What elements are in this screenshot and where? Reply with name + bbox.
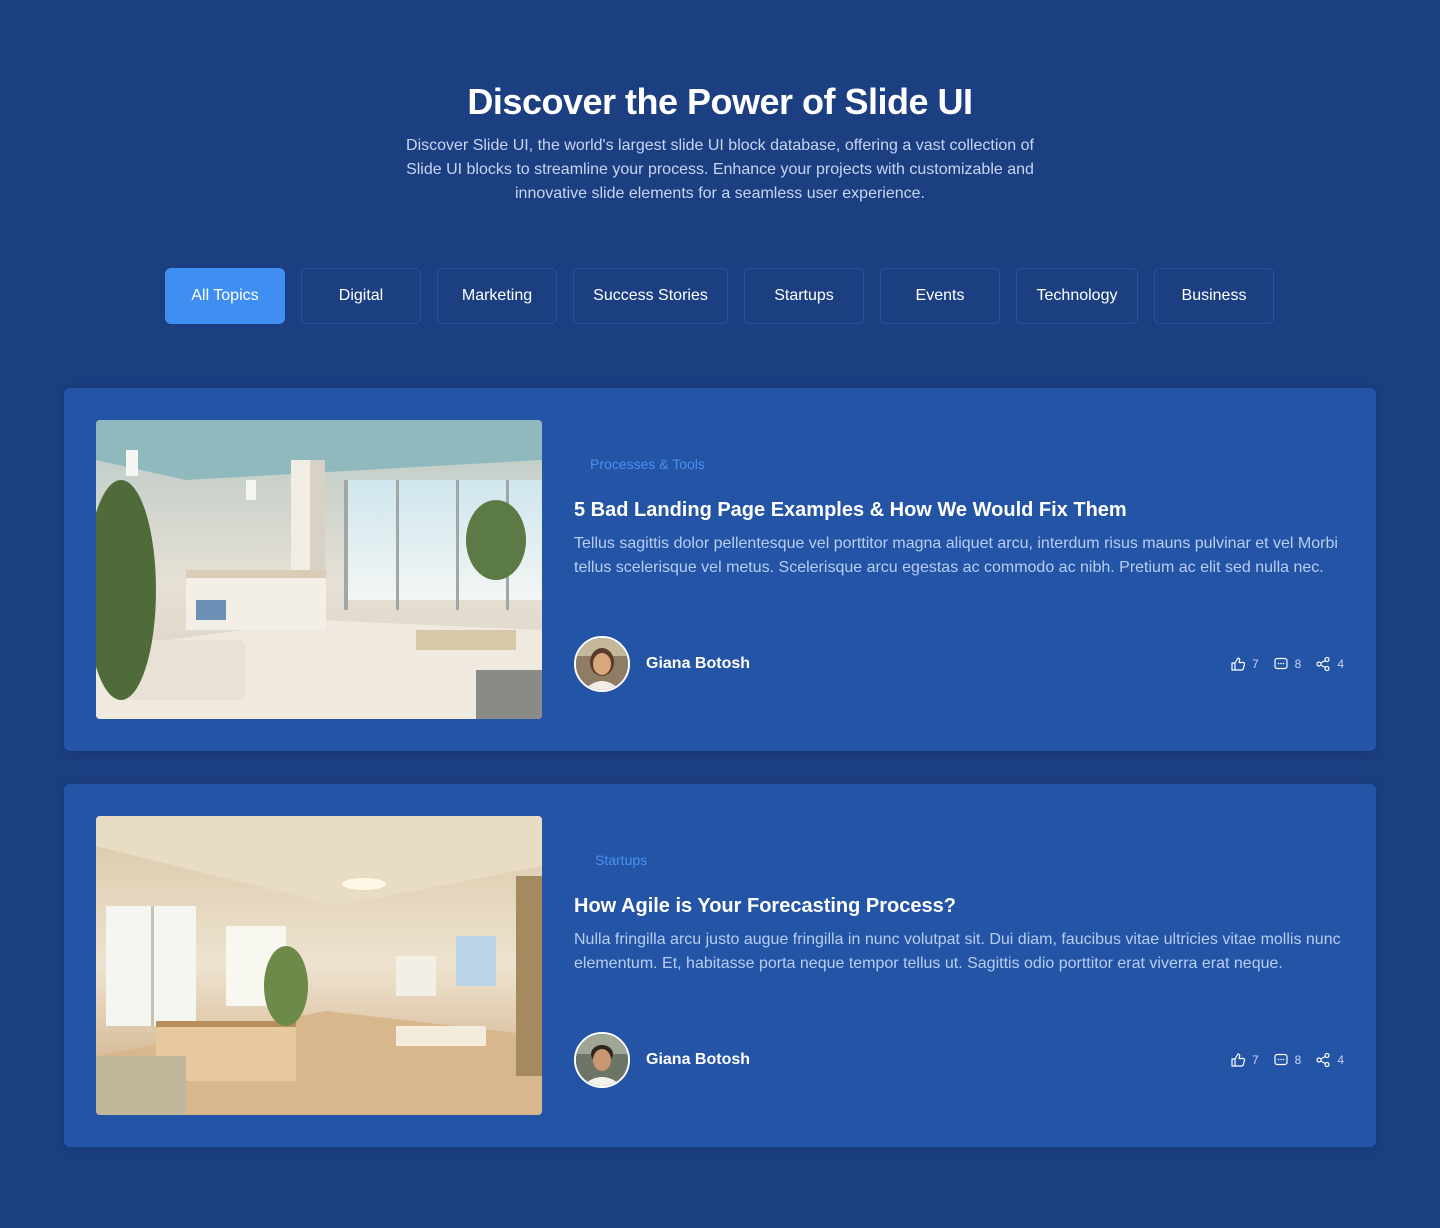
like-count[interactable]: 7 <box>1230 1052 1259 1068</box>
tab-all-topics[interactable]: All Topics <box>165 268 285 324</box>
author-photo <box>576 1034 628 1086</box>
share-count[interactable]: 4 <box>1315 656 1344 672</box>
comment-icon <box>1274 1053 1288 1066</box>
comment-count-value: 8 <box>1294 1053 1302 1067</box>
author-photo <box>576 638 628 690</box>
office-reception-image <box>96 816 542 1115</box>
post-author[interactable]: Giana Botosh <box>574 1032 750 1088</box>
tab-digital[interactable]: Digital <box>301 268 421 324</box>
thumbs-up-icon <box>1231 657 1246 671</box>
tab-business[interactable]: Business <box>1154 268 1274 324</box>
post-stats: 7 8 4 <box>1230 654 1344 674</box>
comment-icon <box>1274 657 1288 670</box>
post-image[interactable] <box>96 420 542 719</box>
tab-events[interactable]: Events <box>880 268 1000 324</box>
post-author[interactable]: Giana Botosh <box>574 636 750 692</box>
post-card[interactable]: Startups How Agile is Your Forecasting P… <box>64 784 1376 1147</box>
tab-marketing[interactable]: Marketing <box>437 268 557 324</box>
post-content: Startups How Agile is Your Forecasting P… <box>574 816 1344 1115</box>
post-image[interactable] <box>96 816 542 1115</box>
page-subtitle: Discover Slide UI, the world's largest s… <box>406 137 1034 202</box>
tab-startups[interactable]: Startups <box>744 268 864 324</box>
avatar[interactable] <box>574 1032 630 1088</box>
share-icon <box>1316 656 1330 672</box>
comment-count[interactable]: 8 <box>1273 1052 1302 1068</box>
post-stats: 7 8 4 <box>1230 1050 1344 1070</box>
thumbs-up-icon <box>1231 1053 1246 1067</box>
post-title[interactable]: How Agile is Your Forecasting Process? <box>574 894 956 918</box>
like-count-value: 7 <box>1251 1053 1259 1067</box>
post-category[interactable]: Processes & Tools <box>590 456 705 472</box>
page-title: Discover the Power of Slide UI <box>467 81 973 122</box>
post-title[interactable]: 5 Bad Landing Page Examples & How We Wou… <box>574 498 1127 522</box>
topic-tabs: All Topics Digital Marketing Success Sto… <box>165 268 1274 324</box>
comment-count[interactable]: 8 <box>1273 656 1302 672</box>
tab-technology[interactable]: Technology <box>1016 268 1138 324</box>
comment-count-value: 8 <box>1294 657 1302 671</box>
post-content: Processes & Tools 5 Bad Landing Page Exa… <box>574 420 1344 719</box>
avatar[interactable] <box>574 636 630 692</box>
author-name[interactable]: Giana Botosh <box>646 1051 750 1069</box>
author-name[interactable]: Giana Botosh <box>646 655 750 673</box>
share-count[interactable]: 4 <box>1315 1052 1344 1068</box>
hero: Discover the Power of Slide UI Discover … <box>0 80 1440 206</box>
like-count[interactable]: 7 <box>1230 656 1259 672</box>
tab-success-stories[interactable]: Success Stories <box>573 268 728 324</box>
share-count-value: 4 <box>1337 657 1344 671</box>
post-excerpt: Tellus sagittis dolor pellentesque vel p… <box>574 535 1338 576</box>
post-excerpt: Nulla fringilla arcu justo augue fringil… <box>574 931 1341 972</box>
like-count-value: 7 <box>1251 657 1259 671</box>
share-count-value: 4 <box>1337 1053 1344 1067</box>
post-category[interactable]: Startups <box>595 852 647 868</box>
office-lobby-image <box>96 420 542 719</box>
post-card[interactable]: Processes & Tools 5 Bad Landing Page Exa… <box>64 388 1376 751</box>
share-icon <box>1316 1052 1330 1068</box>
